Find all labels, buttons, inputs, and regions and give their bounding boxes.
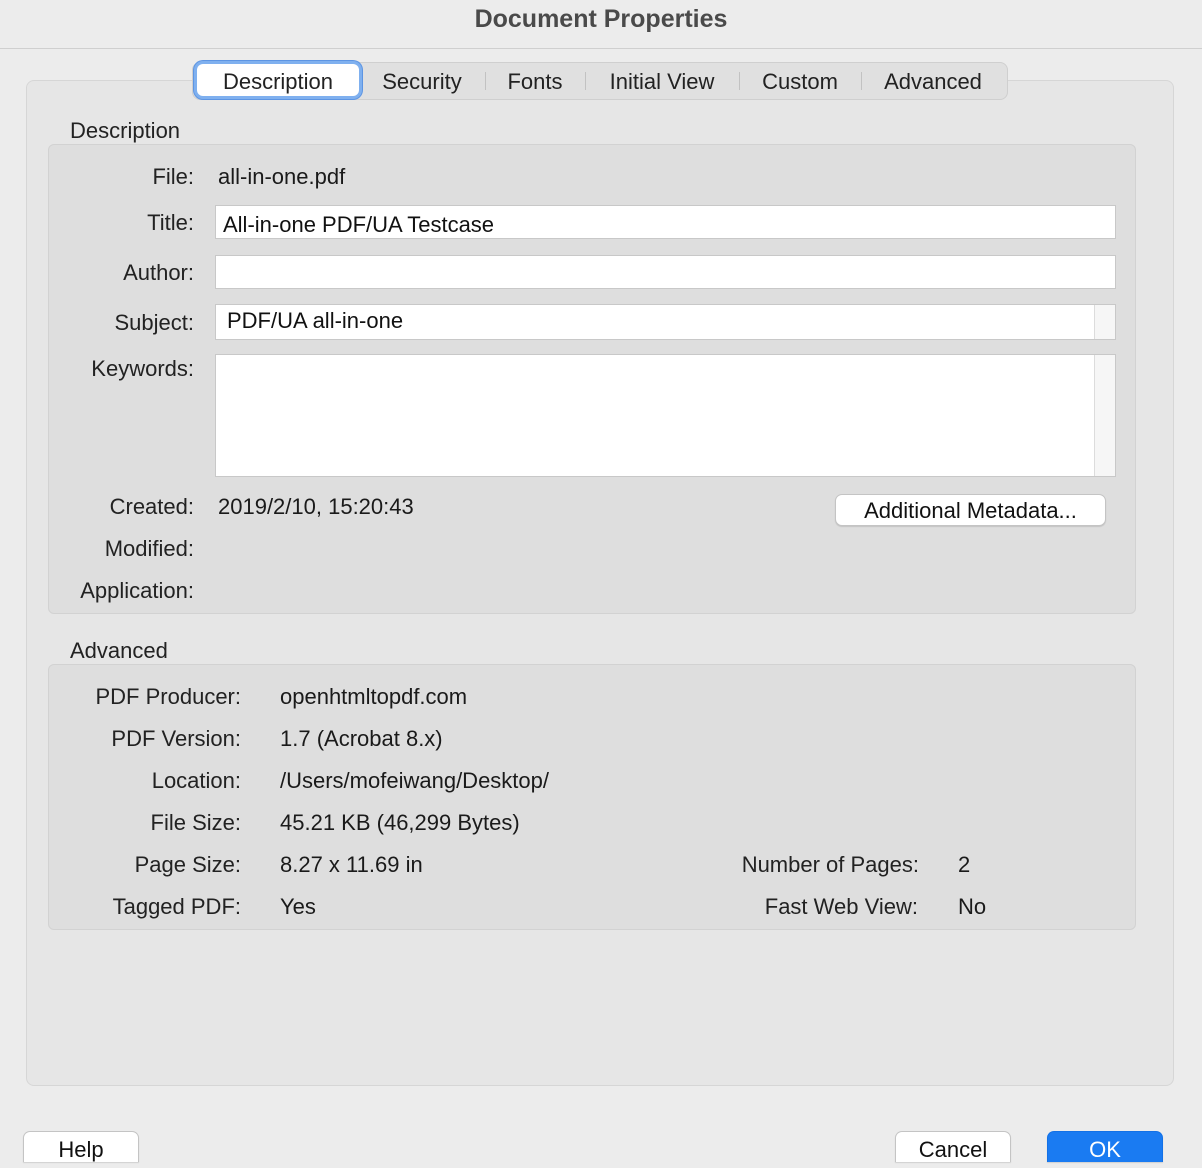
number-of-pages-value: 2 xyxy=(958,852,971,877)
tab-description[interactable]: Description xyxy=(197,64,359,96)
location-value: /Users/mofeiwang/Desktop/ xyxy=(280,768,549,793)
subject-value: PDF/UA all-in-one xyxy=(227,308,404,333)
subject-scrollbar[interactable] xyxy=(1094,305,1115,339)
tab-initial-view[interactable]: Initial View xyxy=(589,63,735,99)
pdf-version-value: 1.7 (Acrobat 8.x) xyxy=(280,726,443,751)
tab-separator xyxy=(485,72,486,90)
keywords-label: Keywords: xyxy=(91,356,194,381)
tab-fonts[interactable]: Fonts xyxy=(489,63,581,99)
subject-label: Subject: xyxy=(114,310,195,335)
title-field[interactable]: All-in-one PDF/UA Testcase xyxy=(215,205,1116,239)
pdf-producer-value: openhtmltopdf.com xyxy=(280,684,468,709)
created-value: 2019/2/10, 15:20:43 xyxy=(218,494,414,519)
tab-advanced[interactable]: Advanced xyxy=(865,63,1001,99)
tab-separator xyxy=(739,72,740,90)
application-label: Application: xyxy=(80,578,194,603)
keywords-field[interactable] xyxy=(215,354,1116,477)
tagged-pdf-value: Yes xyxy=(280,894,316,919)
file-label: File: xyxy=(152,164,194,189)
title-bar: Document Properties xyxy=(0,0,1202,49)
fast-web-view-value: No xyxy=(958,894,987,919)
author-label: Author: xyxy=(123,260,194,285)
window-title: Document Properties xyxy=(474,5,728,33)
pdf-producer-label: PDF Producer: xyxy=(95,684,242,709)
pdf-version-label: PDF Version: xyxy=(111,726,241,751)
number-of-pages-label: Number of Pages: xyxy=(741,852,919,877)
additional-metadata-button[interactable]: Additional Metadata... xyxy=(835,494,1106,526)
advanced-section-label: Advanced xyxy=(70,638,168,663)
tab-bar: Description Security Fonts Initial View … xyxy=(192,62,1008,100)
tab-separator xyxy=(861,72,862,90)
page-size-value: 8.27 x 11.69 in xyxy=(280,852,423,877)
tab-security[interactable]: Security xyxy=(363,63,481,99)
file-value: all-in-one.pdf xyxy=(218,164,346,189)
tab-separator xyxy=(585,72,586,90)
page-size-label: Page Size: xyxy=(134,852,241,877)
keywords-scrollbar[interactable] xyxy=(1094,355,1115,476)
file-size-label: File Size: xyxy=(150,810,241,835)
location-label: Location: xyxy=(151,768,241,793)
ok-button[interactable]: OK xyxy=(1047,1131,1163,1162)
title-label: Title: xyxy=(147,210,194,235)
description-section-label: Description xyxy=(70,118,181,143)
created-label: Created: xyxy=(109,494,194,519)
cancel-button[interactable]: Cancel xyxy=(895,1131,1011,1162)
file-size-value: 45.21 KB (46,299 Bytes) xyxy=(280,810,520,835)
help-button[interactable]: Help xyxy=(23,1131,139,1162)
modified-label: Modified: xyxy=(104,536,194,561)
tab-custom[interactable]: Custom xyxy=(743,63,857,99)
fast-web-view-label: Fast Web View: xyxy=(764,894,918,919)
author-field[interactable] xyxy=(215,255,1116,289)
subject-field[interactable]: PDF/UA all-in-one xyxy=(215,304,1116,340)
tagged-pdf-label: Tagged PDF: xyxy=(112,894,241,919)
